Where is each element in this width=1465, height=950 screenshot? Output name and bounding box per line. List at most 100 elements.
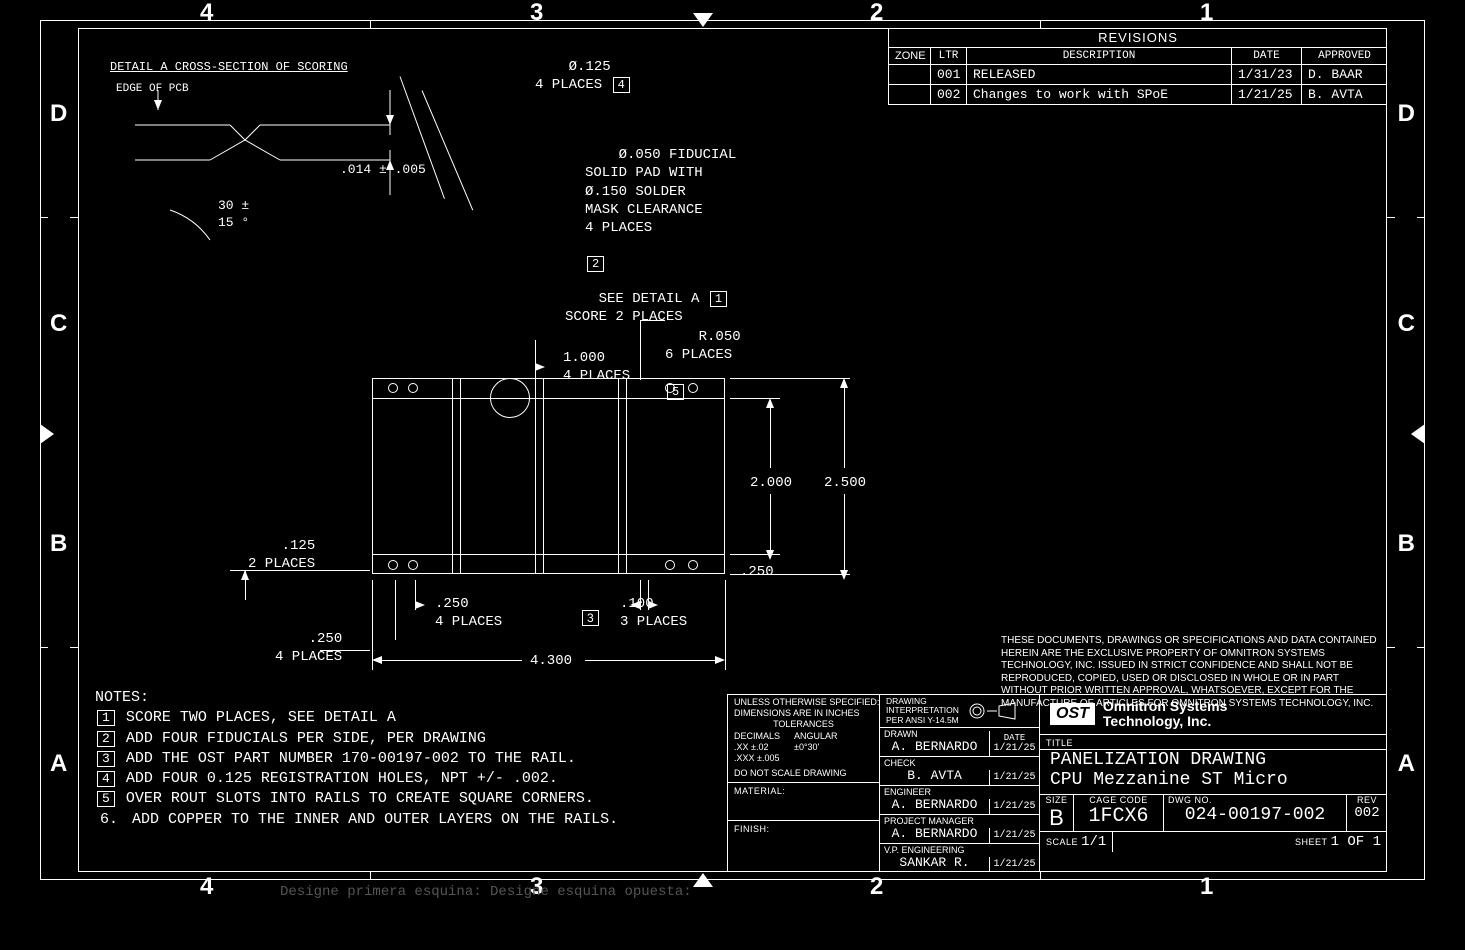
zone-num-1-top: 1 <box>1200 0 1213 27</box>
zone-num-4-bot: 4 <box>200 873 213 901</box>
callout-text: SEE DETAIL A <box>599 291 700 307</box>
zone-letter-a-left: A <box>50 750 67 778</box>
zone-num-2-bot: 2 <box>870 873 883 901</box>
sig-label: V.P. ENGINEERING <box>880 844 989 855</box>
callout-text: Ø.050 FIDUCIAL SOLID PAD WITH Ø.150 SOLD… <box>585 147 736 236</box>
eng-date: 1/21/25 <box>989 799 1039 814</box>
tol-line: ANGULAR <box>794 731 838 742</box>
note-text: ADD COPPER TO THE INNER AND OUTER LAYERS… <box>132 811 618 828</box>
note-row: 2 ADD FOUR FIDUCIALS PER SIDE, PER DRAWI… <box>95 729 618 749</box>
vpe-date: 1/21/25 <box>989 857 1039 872</box>
drawn-date: 1/21/25 <box>993 743 1035 754</box>
rev-ltr: 001 <box>931 65 967 84</box>
note-row: 5 OVER ROUT SLOTS INTO RAILS TO CREATE S… <box>95 789 618 809</box>
dim-250-a: .250 4 PLACES <box>275 630 342 666</box>
check-name: B. AVTA <box>880 768 989 785</box>
note-row: 4 ADD FOUR 0.125 REGISTRATION HOLES, NPT… <box>95 769 618 789</box>
rev-appr: D. BAAR <box>1302 65 1387 84</box>
zone-letter-c-left: C <box>50 310 67 338</box>
flag-4-icon: 4 <box>613 77 630 93</box>
rev-date: 1/21/25 <box>1232 85 1302 104</box>
size-label: SIZE <box>1040 795 1073 805</box>
title-block: UNLESS OTHERWISE SPECIFIED: DIMENSIONS A… <box>727 694 1387 872</box>
rev-zone <box>889 85 931 104</box>
tol-line: DO NOT SCALE DRAWING <box>734 768 873 779</box>
zone-letter-b-left: B <box>50 530 67 558</box>
drawing-viewport[interactable]: D C B A D C B A 4 3 2 1 4 3 2 1 REVISION… <box>40 20 1425 880</box>
dwgno-value: 024-00197-002 <box>1164 805 1346 825</box>
dim-rail-250: .250 <box>740 563 774 581</box>
flag-3-icon: 3 <box>582 610 599 626</box>
zone-letter-b-right: B <box>1398 530 1415 558</box>
check-date: 1/21/25 <box>989 770 1039 785</box>
flag-5-icon: 5 <box>97 791 115 807</box>
dim-height-2000: 2.000 <box>750 474 792 492</box>
revisions-title: REVISIONS <box>889 28 1387 48</box>
notes-title: NOTES: <box>95 688 618 708</box>
rev-appr: B. AVTA <box>1302 85 1387 104</box>
sig-label: CHECK <box>880 757 989 768</box>
note-text: ADD FOUR 0.125 REGISTRATION HOLES, NPT +… <box>126 770 558 787</box>
sig-label: ENGINEER <box>880 786 989 797</box>
zone-num-1-bot: 1 <box>1200 873 1213 901</box>
zone-letter-c-right: C <box>1398 310 1415 338</box>
vpe-name: SANKAR R. <box>880 855 989 872</box>
sheet-value: 1 OF 1 <box>1331 834 1381 850</box>
revisions-table: REVISIONS ZONE LTR DESCRIPTION DATE APPR… <box>888 28 1387 105</box>
dwgno-label: DWG NO. <box>1164 795 1346 805</box>
callout-text: R.050 6 PLACES <box>665 329 741 363</box>
drawing-title-2: CPU Mezzanine ST Micro <box>1050 770 1377 790</box>
cage-label: CAGE CODE <box>1074 795 1163 805</box>
rev-zone <box>889 65 931 84</box>
callout-text: Ø.125 4 PLACES <box>535 59 611 93</box>
rev-ltr: 002 <box>931 85 967 104</box>
company-name-1: Omnitron Systems <box>1103 698 1227 714</box>
flag-4-icon: 4 <box>97 771 115 787</box>
rev-desc: RELEASED <box>967 65 1232 84</box>
size-value: B <box>1040 805 1073 831</box>
tol-line: UNLESS OTHERWISE SPECIFIED: <box>734 697 873 708</box>
tol-line: ±0°30' <box>794 742 819 753</box>
tol-line: .XXX ±.005 <box>734 753 873 764</box>
company-logo: OST Omnitron SystemsTechnology, Inc. <box>1040 695 1387 735</box>
detail-a-thickness: .014 ± .005 <box>340 162 426 179</box>
pm-name: A. BERNARDO <box>880 826 989 843</box>
zone-num-2-top: 2 <box>870 0 883 27</box>
sig-label: PROJECT MANAGER <box>880 815 989 826</box>
note-row: 6. ADD COPPER TO THE INNER AND OUTER LAY… <box>95 810 618 830</box>
finish-label: FINISH: <box>734 824 770 834</box>
dim-length: 4.300 <box>530 652 572 670</box>
command-line[interactable]: Designe primera esquina: Designe esquina… <box>280 884 692 900</box>
sig-label: DRAWN <box>880 728 989 739</box>
notes-block: NOTES: 1 SCORE TWO PLACES, SEE DETAIL A … <box>95 688 618 830</box>
flag-1-icon: 1 <box>97 710 115 726</box>
rev-hd-desc: DESCRIPTION <box>967 48 1232 64</box>
drawn-name: A. BERNARDO <box>880 739 989 756</box>
zone-letter-d-right: D <box>1398 100 1415 128</box>
detail-a-title: DETAIL A CROSS-SECTION OF SCORING <box>110 60 348 76</box>
rev-value: 002 <box>1347 805 1387 821</box>
note-text: OVER ROUT SLOTS INTO RAILS TO CREATE SQU… <box>126 790 594 807</box>
zone-letter-d-left: D <box>50 100 67 128</box>
detail-a-angle: 30 ± 15 ° <box>218 198 249 232</box>
tol-line: DIMENSIONS ARE IN INCHES <box>734 708 873 719</box>
zone-num-3-top: 3 <box>530 0 543 27</box>
sheet-label: SHEET <box>1295 837 1328 847</box>
note-text: SCORE TWO PLACES, SEE DETAIL A <box>126 709 396 726</box>
dim-height-2500: 2.500 <box>824 474 866 492</box>
zone-letter-a-right: A <box>1398 750 1415 778</box>
interp-label: DRAWING INTERPRETATION PER ANSI Y-14.5M <box>886 697 959 725</box>
rev-hd-ltr: LTR <box>931 48 967 64</box>
tol-line: .XX ±.02 <box>734 742 794 753</box>
flag-1-icon: 1 <box>710 291 727 307</box>
date-label: DATE <box>993 733 1036 743</box>
note-row: 3 ADD THE OST PART NUMBER 170-00197-002 … <box>95 749 618 769</box>
tol-line: DECIMALS <box>734 731 794 742</box>
rev-label: REV <box>1347 795 1387 805</box>
scale-label: SCALE <box>1046 837 1078 847</box>
projection-icon <box>967 702 1017 720</box>
callout-fiducial: Ø.050 FIDUCIAL SOLID PAD WITH Ø.150 SOLD… <box>585 128 736 292</box>
rev-date: 1/31/23 <box>1232 65 1302 84</box>
flag-3-icon: 3 <box>97 751 115 767</box>
rev-hd-appr: APPROVED <box>1302 48 1387 64</box>
